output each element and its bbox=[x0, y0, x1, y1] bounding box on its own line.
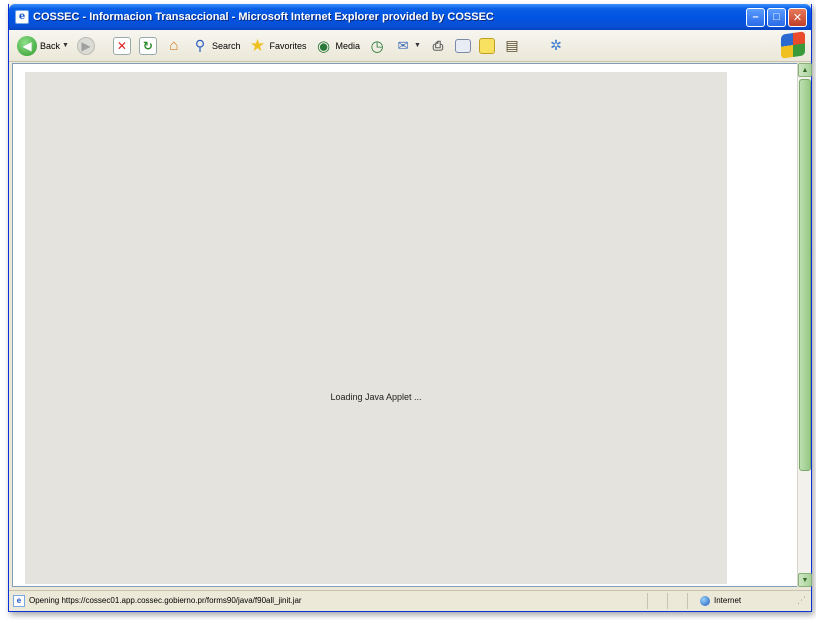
favorites-star-icon: ★ bbox=[249, 35, 266, 55]
media-globe-icon: ◉ bbox=[316, 37, 331, 55]
back-arrow-icon: ◀ bbox=[17, 35, 37, 56]
media-button[interactable]: ◉ Media bbox=[315, 33, 361, 59]
vertical-scrollbar[interactable]: ▲ ▼ bbox=[797, 63, 812, 587]
browser-window: e COSSEC - Informacion Transaccional - M… bbox=[8, 4, 812, 612]
messenger-button[interactable]: ✲ bbox=[547, 33, 565, 59]
stop-icon: ✕ bbox=[112, 36, 131, 55]
mail-dropdown-icon[interactable]: ▼ bbox=[414, 42, 421, 49]
favorites-label: Favorites bbox=[269, 40, 307, 51]
print-icon: ⎙ bbox=[432, 37, 444, 53]
search-button[interactable]: ⚲ Search bbox=[191, 33, 241, 59]
resize-grip-icon[interactable]: ⋰ bbox=[797, 595, 809, 607]
forward-arrow-icon: ▶ bbox=[76, 36, 95, 55]
maximize-button[interactable]: □ bbox=[767, 7, 786, 27]
internet-globe-icon bbox=[700, 595, 710, 606]
search-label: Search bbox=[211, 40, 241, 51]
close-button[interactable]: ✕ bbox=[788, 7, 807, 27]
security-zone: Internet bbox=[687, 592, 797, 609]
mail-button[interactable]: ✉ ▼ bbox=[394, 33, 421, 59]
home-icon: ⌂ bbox=[169, 37, 179, 54]
status-panel bbox=[667, 592, 687, 609]
mail-icon: ✉ bbox=[397, 37, 409, 53]
page-status-icon: e bbox=[13, 594, 25, 607]
window-title: COSSEC - Informacion Transaccional - Mic… bbox=[33, 11, 494, 23]
zone-label: Internet bbox=[714, 596, 742, 605]
back-label: Back bbox=[40, 40, 61, 51]
title-bar[interactable]: e COSSEC - Informacion Transaccional - M… bbox=[9, 4, 811, 30]
media-label: Media bbox=[335, 40, 361, 51]
page-viewport: Loading Java Applet ... ▲ ▼ bbox=[12, 63, 812, 587]
favorites-button[interactable]: ★ Favorites bbox=[248, 33, 307, 59]
home-button[interactable]: ⌂ bbox=[165, 33, 183, 59]
messenger-icon: ✲ bbox=[550, 37, 562, 53]
scroll-thumb[interactable] bbox=[799, 79, 811, 471]
windows-logo-icon bbox=[781, 31, 805, 59]
refresh-button[interactable]: ↻ bbox=[138, 33, 157, 59]
scroll-up-button[interactable]: ▲ bbox=[798, 63, 812, 77]
status-bar: e Opening https://cossec01.app.cossec.go… bbox=[9, 590, 811, 610]
print-button[interactable]: ⎙ bbox=[429, 33, 447, 59]
standard-toolbar: ◀ Back ▼ ▶ ✕ ↻ ⌂ ⚲ Search ★ Favorites ◉ … bbox=[9, 30, 811, 62]
note-icon bbox=[478, 37, 495, 54]
status-text: Opening https://cossec01.app.cossec.gobi… bbox=[29, 596, 302, 605]
history-clock-icon: ◷ bbox=[370, 37, 384, 55]
java-applet-area[interactable]: Loading Java Applet ... bbox=[25, 72, 727, 584]
edit-button[interactable] bbox=[454, 33, 471, 59]
research-book-icon: ▤ bbox=[505, 37, 519, 53]
applet-loading-text: Loading Java Applet ... bbox=[330, 392, 422, 402]
research-button[interactable]: ▤ bbox=[503, 33, 521, 59]
scroll-down-button[interactable]: ▼ bbox=[798, 573, 812, 587]
stop-button[interactable]: ✕ bbox=[112, 33, 131, 59]
edit-page-icon bbox=[454, 38, 471, 53]
status-panel bbox=[647, 592, 667, 609]
minimize-button[interactable]: – bbox=[746, 7, 765, 27]
back-button[interactable]: ◀ Back ▼ bbox=[17, 33, 69, 59]
refresh-icon: ↻ bbox=[138, 36, 157, 55]
forward-button[interactable]: ▶ bbox=[76, 33, 95, 59]
back-dropdown-icon[interactable]: ▼ bbox=[62, 42, 69, 49]
ie-logo-icon: e bbox=[15, 10, 29, 24]
search-icon: ⚲ bbox=[194, 37, 206, 53]
history-button[interactable]: ◷ bbox=[368, 33, 386, 59]
discuss-button[interactable] bbox=[478, 33, 495, 59]
